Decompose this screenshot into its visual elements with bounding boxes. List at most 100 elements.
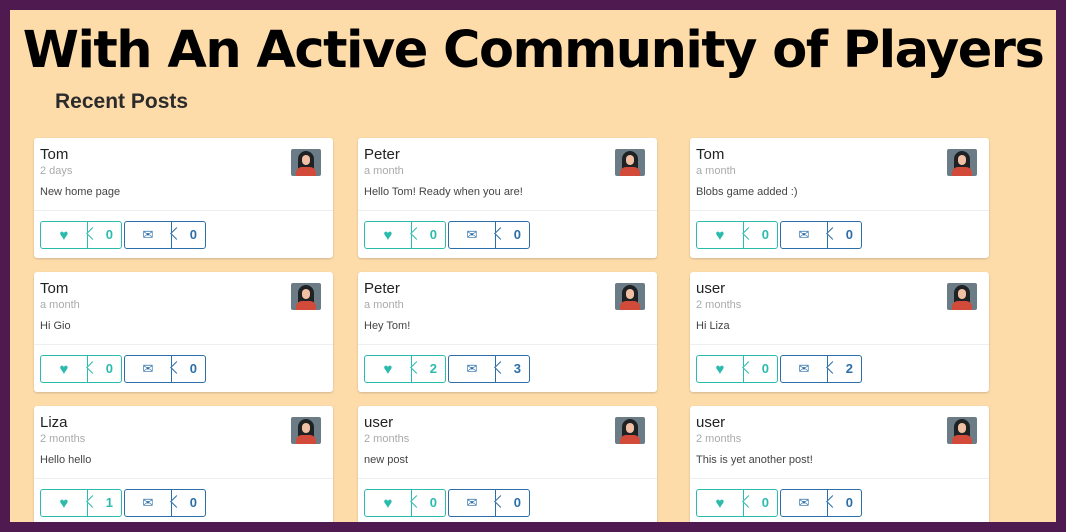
like-button[interactable]: ♥ 0 [40,221,122,249]
post-card[interactable]: Liza 2 months Hello hello ♥ 1 ✉ 0 [34,406,333,522]
post-text: new post [364,454,409,466]
comment-button[interactable]: ✉ 0 [124,355,206,383]
heart-icon: ♥ [59,226,69,244]
post-text: This is yet another post! [696,454,813,466]
post-author[interactable]: Tom [40,280,68,297]
post-author[interactable]: Tom [40,146,68,163]
post-time: a month [364,299,404,311]
divider [358,344,657,345]
post-card[interactable]: Peter a month Hey Tom! ♥ 2 ✉ 3 [358,272,657,392]
like-button[interactable]: ♥ 1 [40,489,122,517]
post-card[interactable]: Tom a month Hi Gio ♥ 0 ✉ 0 [34,272,333,392]
avatar[interactable] [291,417,321,444]
avatar[interactable] [947,149,977,176]
like-count: 0 [105,227,113,242]
heart-icon: ♥ [715,494,725,512]
heart-icon: ♥ [715,360,725,378]
like-button[interactable]: ♥ 0 [364,221,446,249]
like-count: 1 [105,495,113,510]
comment-button[interactable]: ✉ 0 [448,489,530,517]
post-card[interactable]: Tom a month Blobs game added :) ♥ 0 ✉ 0 [690,138,989,258]
divider [358,210,657,211]
avatar[interactable] [291,149,321,176]
post-actions: ♥ 1 ✉ 0 [40,489,330,517]
post-author[interactable]: Peter [364,146,400,163]
post-actions: ♥ 0 ✉ 2 [696,355,986,383]
like-button[interactable]: ♥ 0 [696,355,778,383]
like-count: 0 [429,227,437,242]
like-count: 0 [429,495,437,510]
comment-count: 0 [189,495,197,510]
comment-button[interactable]: ✉ 0 [780,221,862,249]
post-body: user 2 months new post [358,406,657,478]
post-body: Tom 2 days New home page [34,138,333,210]
post-actions: ♥ 0 ✉ 0 [696,221,986,249]
post-body: Tom a month Blobs game added :) [690,138,989,210]
comments-icon: ✉ [142,227,154,242]
comment-button[interactable]: ✉ 2 [780,355,862,383]
post-actions: ♥ 0 ✉ 0 [364,221,654,249]
post-author[interactable]: Peter [364,280,400,297]
like-button[interactable]: ♥ 0 [696,221,778,249]
post-time: a month [40,299,80,311]
post-card[interactable]: user 2 months Hi Liza ♥ 0 ✉ 2 [690,272,989,392]
comment-count: 0 [189,227,197,242]
divider [358,478,657,479]
post-body: user 2 months Hi Liza [690,272,989,344]
heart-icon: ♥ [715,226,725,244]
avatar[interactable] [947,417,977,444]
avatar[interactable] [947,283,977,310]
post-text: Hey Tom! [364,320,411,332]
comment-button[interactable]: ✉ 0 [124,489,206,517]
post-time: 2 months [40,433,86,445]
like-button[interactable]: ♥ 0 [364,489,446,517]
like-count: 0 [105,361,113,376]
post-text: Hi Liza [696,320,730,332]
heart-icon: ♥ [59,494,69,512]
avatar[interactable] [615,417,645,444]
post-author[interactable]: user [696,414,725,431]
divider [690,344,989,345]
avatar[interactable] [615,283,645,310]
like-button[interactable]: ♥ 0 [696,489,778,517]
comments-icon: ✉ [466,361,478,376]
avatar[interactable] [615,149,645,176]
comments-icon: ✉ [798,495,810,510]
post-card[interactable]: Tom 2 days New home page ♥ 0 ✉ 0 [34,138,333,258]
comments-icon: ✉ [798,227,810,242]
like-count: 2 [429,361,437,376]
post-author[interactable]: Liza [40,414,68,431]
post-card[interactable]: user 2 months new post ♥ 0 ✉ 0 [358,406,657,522]
post-body: user 2 months This is yet another post! [690,406,989,478]
comment-button[interactable]: ✉ 0 [448,221,530,249]
comment-count: 0 [513,227,521,242]
like-button[interactable]: ♥ 2 [364,355,446,383]
like-button[interactable]: ♥ 0 [40,355,122,383]
post-time: 2 months [696,299,742,311]
comment-count: 3 [513,361,521,376]
comment-count: 0 [845,227,853,242]
post-card[interactable]: user 2 months This is yet another post! … [690,406,989,522]
post-author[interactable]: user [364,414,393,431]
post-time: a month [364,165,404,177]
divider [34,210,333,211]
post-actions: ♥ 2 ✉ 3 [364,355,654,383]
comment-button[interactable]: ✉ 0 [780,489,862,517]
post-text: Blobs game added :) [696,186,798,198]
comment-button[interactable]: ✉ 3 [448,355,530,383]
avatar[interactable] [291,283,321,310]
post-author[interactable]: Tom [696,146,724,163]
comments-icon: ✉ [798,361,810,376]
post-text: Hi Gio [40,320,71,332]
like-count: 0 [761,227,769,242]
post-card[interactable]: Peter a month Hello Tom! Ready when you … [358,138,657,258]
post-body: Tom a month Hi Gio [34,272,333,344]
like-count: 0 [761,361,769,376]
post-time: 2 days [40,165,73,177]
comment-button[interactable]: ✉ 0 [124,221,206,249]
post-text: Hello hello [40,454,92,466]
post-actions: ♥ 0 ✉ 0 [696,489,986,517]
heart-icon: ♥ [59,360,69,378]
post-author[interactable]: user [696,280,725,297]
post-body: Peter a month Hello Tom! Ready when you … [358,138,657,210]
